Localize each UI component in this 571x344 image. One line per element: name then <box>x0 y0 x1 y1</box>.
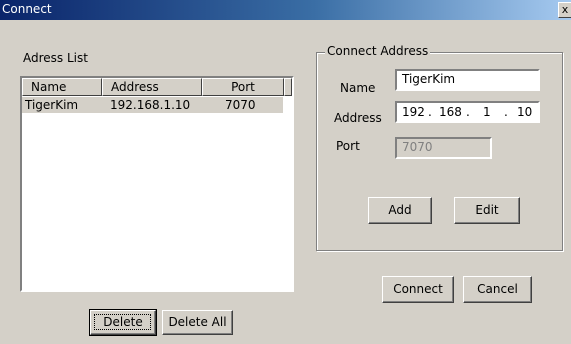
column-header-filler <box>284 78 292 96</box>
address-label: Address <box>334 111 382 125</box>
connect-button[interactable]: Connect <box>382 276 454 303</box>
column-header-port[interactable]: Port <box>202 78 284 96</box>
title-bar: Connect x <box>0 0 571 20</box>
name-label: Name <box>340 81 376 95</box>
connect-address-legend: Connect Address <box>325 44 431 58</box>
row-address: 192.168.1.10 <box>110 98 191 112</box>
port-input: 7070 <box>395 137 492 159</box>
edit-button[interactable]: Edit <box>454 197 520 224</box>
row-name: TigerKim <box>25 98 79 112</box>
address-list-label: Adress List <box>23 51 88 65</box>
delete-all-button[interactable]: Delete All <box>162 310 233 335</box>
window-title: Connect <box>2 2 52 16</box>
table-row[interactable]: TigerKim 192.168.1.10 7070 <box>22 97 283 113</box>
name-input[interactable]: TigerKim <box>395 69 540 91</box>
column-header-name[interactable]: Name <box>22 78 102 96</box>
address-list[interactable]: Name Address Port TigerKim 192.168.1.10 … <box>20 76 294 292</box>
ip-dot-3: . <box>504 105 508 119</box>
list-header: Name Address Port <box>22 78 292 96</box>
delete-button-label: Delete <box>103 315 143 329</box>
cancel-button[interactable]: Cancel <box>463 276 532 303</box>
ip-dot-1: . <box>428 105 432 119</box>
cancel-button-label: Cancel <box>477 282 518 296</box>
add-button[interactable]: Add <box>368 197 432 224</box>
connect-button-label: Connect <box>393 282 443 296</box>
edit-button-label: Edit <box>475 203 499 217</box>
ip-address-input[interactable]: 192 . 168 . 1 . 10 <box>395 101 540 123</box>
add-button-label: Add <box>388 203 412 217</box>
port-label: Port <box>336 139 360 153</box>
delete-button[interactable]: Delete <box>89 309 157 336</box>
ip-dot-2: . <box>466 105 470 119</box>
ip-octet-1[interactable]: 192 <box>402 105 425 119</box>
row-port: 7070 <box>225 98 256 112</box>
ip-octet-2[interactable]: 168 <box>439 105 462 119</box>
close-button[interactable]: x <box>558 2 571 18</box>
ip-octet-4[interactable]: 10 <box>517 105 532 119</box>
ip-octet-3[interactable]: 1 <box>483 105 491 119</box>
column-header-address[interactable]: Address <box>102 78 202 96</box>
delete-all-button-label: Delete All <box>168 315 227 329</box>
